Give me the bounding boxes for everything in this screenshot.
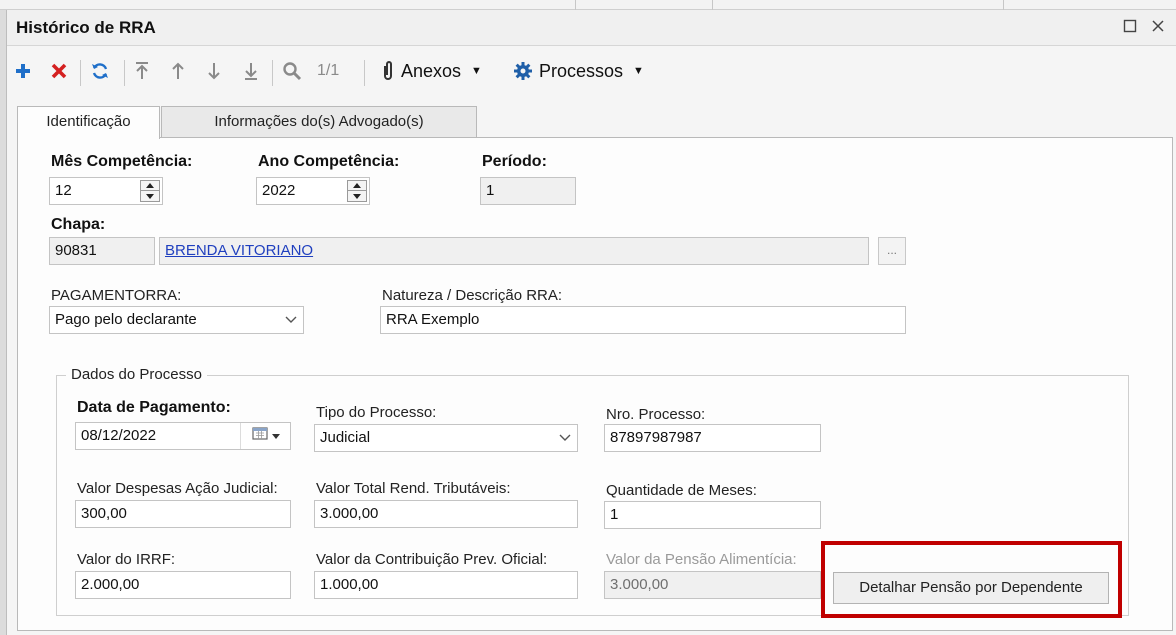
calendar-dropdown-button[interactable] bbox=[240, 423, 290, 449]
data-pagamento-label: Data de Pagamento: bbox=[77, 399, 231, 416]
contrib-prev-input[interactable]: 1.000,00 bbox=[314, 571, 578, 599]
data-pagamento-value: 08/12/2022 bbox=[81, 427, 157, 444]
chevron-down-icon bbox=[271, 433, 280, 439]
detalhar-pensao-button[interactable]: Detalhar Pensão por Dependente bbox=[833, 572, 1109, 604]
toolbar-divider bbox=[364, 60, 365, 86]
tab-identificacao[interactable]: Identificação bbox=[17, 106, 160, 139]
processos-label: Processos bbox=[539, 60, 624, 81]
mes-competencia-label: Mês Competência: bbox=[51, 153, 193, 170]
contrib-prev-label: Valor da Contribuição Prev. Oficial: bbox=[316, 551, 548, 568]
nro-processo-input[interactable]: 87897987987 bbox=[604, 424, 821, 452]
spin-up-icon[interactable] bbox=[141, 181, 159, 191]
qtd-meses-input[interactable]: 1 bbox=[604, 501, 821, 529]
despesas-input[interactable]: 300,00 bbox=[75, 500, 291, 528]
rra-history-window: Histórico de RRA 1/1 Anexos ▼ Processos … bbox=[6, 10, 1176, 635]
mes-competencia-spinner[interactable] bbox=[140, 180, 160, 202]
add-icon[interactable] bbox=[11, 56, 35, 86]
ano-competencia-label: Ano Competência: bbox=[258, 153, 400, 170]
despesas-label: Valor Despesas Ação Judicial: bbox=[77, 480, 278, 497]
tipo-processo-select[interactable]: Judicial bbox=[314, 424, 578, 452]
chevron-down-icon: ▼ bbox=[633, 65, 644, 77]
toolbar-divider bbox=[272, 60, 273, 86]
chevron-down-icon bbox=[285, 307, 297, 333]
window-title: Histórico de RRA bbox=[16, 18, 156, 37]
refresh-icon[interactable] bbox=[87, 56, 113, 86]
last-record-icon[interactable] bbox=[240, 56, 262, 86]
periodo-field[interactable]: 1 bbox=[480, 177, 576, 205]
strip-divider bbox=[712, 0, 713, 10]
paperclip-icon bbox=[381, 60, 395, 82]
spin-up-icon[interactable] bbox=[348, 181, 366, 191]
irrf-input[interactable]: 2.000,00 bbox=[75, 571, 291, 599]
tipo-processo-value: Judicial bbox=[320, 429, 371, 446]
mes-competencia-field[interactable]: 12 bbox=[49, 177, 163, 205]
toolbar-divider bbox=[124, 60, 125, 86]
toolbar-divider bbox=[80, 60, 81, 86]
chapa-lookup-button[interactable]: ... bbox=[878, 237, 906, 265]
periodo-label: Período: bbox=[482, 153, 547, 170]
title-bar: Histórico de RRA bbox=[7, 10, 1176, 46]
pensao-input: 3.000,00 bbox=[604, 571, 821, 599]
mes-competencia-value: 12 bbox=[55, 182, 72, 199]
maximize-icon[interactable] bbox=[1119, 16, 1141, 38]
irrf-label: Valor do IRRF: bbox=[77, 551, 176, 568]
search-icon[interactable] bbox=[279, 56, 305, 86]
natureza-input[interactable]: RRA Exemplo bbox=[380, 306, 906, 334]
pensao-label: Valor da Pensão Alimentícia: bbox=[606, 551, 797, 568]
delete-icon[interactable] bbox=[47, 56, 71, 86]
processos-menu-button[interactable]: Processos ▼ bbox=[513, 56, 667, 86]
data-pagamento-input[interactable]: 08/12/2022 bbox=[75, 422, 291, 450]
background-app-strip bbox=[0, 0, 1176, 10]
natureza-label: Natureza / Descrição RRA: bbox=[382, 287, 563, 304]
dados-processo-title: Dados do Processo bbox=[66, 366, 207, 383]
ano-competencia-field[interactable]: 2022 bbox=[256, 177, 370, 205]
chapa-name-field: BRENDA VITORIANO bbox=[159, 237, 869, 265]
pagamento-rra-label: PAGAMENTORRA: bbox=[51, 287, 182, 304]
record-pager: 1/1 bbox=[317, 62, 340, 79]
spin-down-icon[interactable] bbox=[348, 191, 366, 201]
anexos-label: Anexos bbox=[401, 60, 462, 81]
chevron-down-icon bbox=[559, 425, 571, 451]
strip-divider bbox=[1003, 0, 1004, 10]
qtd-meses-label: Quantidade de Meses: bbox=[606, 482, 757, 499]
pagamento-rra-select[interactable]: Pago pelo declarante bbox=[49, 306, 304, 334]
rend-tributaveis-input[interactable]: 3.000,00 bbox=[314, 500, 578, 528]
chapa-label: Chapa: bbox=[51, 216, 106, 233]
next-record-icon[interactable] bbox=[203, 56, 225, 86]
tab-informacoes-advogados[interactable]: Informações do(s) Advogado(s) bbox=[161, 106, 477, 138]
previous-record-icon[interactable] bbox=[167, 56, 189, 86]
chapa-name-link[interactable]: BRENDA VITORIANO bbox=[165, 242, 313, 259]
toolbar: 1/1 Anexos ▼ Processos ▼ bbox=[7, 46, 1176, 96]
tipo-processo-label: Tipo do Processo: bbox=[316, 404, 437, 421]
first-record-icon[interactable] bbox=[131, 56, 153, 86]
gear-icon bbox=[513, 61, 533, 81]
spin-down-icon[interactable] bbox=[141, 191, 159, 201]
nro-processo-label: Nro. Processo: bbox=[606, 406, 706, 423]
ano-competencia-value: 2022 bbox=[262, 182, 296, 199]
pagamento-rra-value: Pago pelo declarante bbox=[55, 311, 197, 328]
ano-competencia-spinner[interactable] bbox=[347, 180, 367, 202]
anexos-menu-button[interactable]: Anexos ▼ bbox=[381, 56, 505, 86]
strip-divider bbox=[575, 0, 576, 10]
rend-tributaveis-label: Valor Total Rend. Tributáveis: bbox=[316, 480, 511, 497]
chevron-down-icon: ▼ bbox=[471, 65, 482, 77]
identificacao-panel: Mês Competência: 12 Ano Competência: 202… bbox=[17, 137, 1173, 631]
chapa-code-field[interactable]: 90831 bbox=[49, 237, 155, 265]
calendar-icon bbox=[251, 423, 268, 449]
close-icon[interactable] bbox=[1147, 16, 1169, 38]
